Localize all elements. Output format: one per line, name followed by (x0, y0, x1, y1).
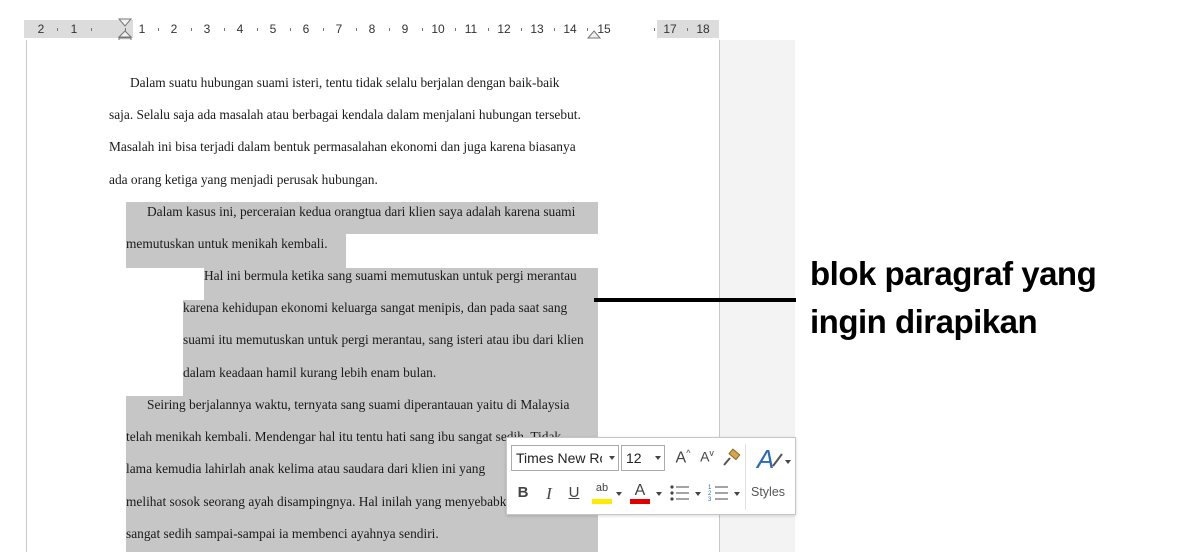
paragraph-line: Dalam suatu hubungan suami isteri, tentu… (130, 75, 560, 90)
highlight-color-bar (592, 499, 612, 504)
ruler-tick (323, 28, 324, 31)
selected-paragraph-line: memutuskan untuk menikah kembali. (126, 236, 328, 251)
shrink-font-button[interactable]: Av (697, 448, 717, 470)
ruler-tick (257, 28, 258, 31)
italic-icon: I (546, 484, 552, 503)
ruler-tick (158, 28, 159, 31)
ruler-tick (191, 28, 192, 31)
underline-button[interactable]: U (566, 484, 582, 501)
ruler-label: 18 (696, 22, 710, 36)
ruler-label: 8 (368, 22, 376, 36)
underline-icon: U (568, 484, 580, 501)
ruler-tick (521, 28, 522, 31)
ruler-tick (554, 28, 555, 31)
selected-paragraph-line: lama kemudia lahirlah anak kelima atau s… (126, 461, 486, 476)
format-painter-icon[interactable] (721, 448, 741, 468)
italic-button[interactable]: I (541, 484, 557, 504)
ruler-label: 17 (663, 22, 677, 36)
paragraph-line: saja. Selalu saja ada masalah atau berba… (109, 107, 581, 122)
paragraph-line: ada orang ketiga yang menjadi perusak hu… (109, 172, 378, 187)
selected-paragraph-line: suami itu memutuskan untuk pergi meranta… (183, 332, 584, 347)
ruler-tick (224, 28, 225, 31)
selected-paragraph-line: Seiring berjalannya waktu, ternyata sang… (147, 397, 570, 412)
ruler-label: 7 (335, 22, 343, 36)
chevron-down-icon[interactable] (616, 492, 622, 496)
selected-paragraph-line: melihat sosok seorang ayah disampingnya.… (126, 494, 520, 509)
styles-icon[interactable]: A (755, 444, 791, 474)
numbering-icon[interactable]: 1 2 3 (708, 483, 730, 503)
selected-paragraph-line: Dalam kasus ini, perceraian kedua orangt… (147, 204, 576, 219)
ruler-tick (389, 28, 390, 31)
chevron-down-icon[interactable] (695, 492, 701, 496)
bullets-icon[interactable] (669, 484, 691, 502)
selected-paragraph-line: Hal ini bermula ketika sang suami memutu… (204, 268, 577, 283)
ruler-tick (57, 28, 58, 31)
annotation-text-line: ingin dirapikan (810, 303, 1038, 340)
font-size-value: 12 (626, 450, 642, 466)
styles-label[interactable]: Styles (751, 485, 785, 499)
ruler-tick (488, 28, 489, 31)
ruler-tick (654, 28, 655, 31)
selected-paragraph-line: telah menikah kembali. Mendengar hal itu… (126, 429, 562, 444)
ruler-label: 3 (203, 22, 211, 36)
font-name-value: Times New Roman (516, 450, 602, 466)
font-color-bar (630, 499, 650, 504)
horizontal-ruler[interactable]: 2 1 1 2 3 4 5 6 7 8 9 10 11 12 13 14 15 … (24, 18, 719, 46)
bold-icon: B (517, 484, 529, 501)
mini-formatting-toolbar: Times New Roman 12 A^ Av A Styles B I U … (506, 437, 796, 515)
chevron-down-icon[interactable] (656, 492, 662, 496)
ruler-label: 4 (236, 22, 244, 36)
font-color-icon: A (634, 482, 646, 499)
ruler-label: 12 (497, 22, 511, 36)
ruler-tick (455, 28, 456, 31)
first-line-indent-marker[interactable] (118, 18, 132, 27)
ruler-label: 14 (563, 22, 577, 36)
chevron-down-icon (655, 456, 661, 460)
ruler-label: 10 (431, 22, 445, 36)
selected-paragraph-line: karena kehidupan ekonomi keluarga sangat… (183, 300, 568, 315)
ruler-text-area (133, 20, 657, 38)
font-size-dropdown[interactable]: 12 (621, 445, 665, 471)
right-indent-marker[interactable] (587, 30, 601, 39)
ruler-label: 5 (269, 22, 277, 36)
ruler-tick (290, 28, 291, 31)
ruler-label: 1 (70, 22, 78, 36)
chevron-down-icon[interactable] (734, 492, 740, 496)
ruler-tick (687, 28, 688, 31)
ruler-tick (356, 28, 357, 31)
svg-text:3: 3 (708, 497, 712, 503)
font-name-dropdown[interactable]: Times New Roman (511, 445, 619, 471)
ruler-label: 2 (170, 22, 178, 36)
ruler-label: 9 (401, 22, 409, 36)
annotation-pointer-line (594, 298, 796, 302)
ruler-label: 6 (302, 22, 310, 36)
selected-paragraph-line: sangat sedih sampai-sampai ia membenci a… (126, 526, 439, 541)
chevron-down-icon (609, 456, 615, 460)
ruler-label: 2 (37, 22, 45, 36)
ruler-label: 13 (530, 22, 544, 36)
highlighter-icon: ab (595, 482, 609, 494)
ruler-tick (422, 28, 423, 31)
ruler-tick (91, 28, 92, 31)
selected-paragraph-line: dalam keadaan hamil kurang lebih enam bu… (183, 365, 437, 380)
ruler-label: 11 (464, 22, 478, 36)
annotation-text-line: blok paragraf yang (810, 255, 1097, 292)
paragraph-line: Masalah ini bisa terjadi dalam bentuk pe… (109, 139, 576, 154)
toolbar-separator (745, 444, 746, 510)
ruler-label: 1 (138, 22, 146, 36)
svg-text:A: A (755, 444, 774, 474)
text-highlight-button[interactable]: ab (591, 482, 613, 504)
grow-font-icon: A (675, 449, 687, 467)
font-color-button[interactable]: A (629, 482, 651, 504)
bold-button[interactable]: B (515, 484, 531, 501)
grow-font-button[interactable]: A^ (673, 448, 693, 470)
